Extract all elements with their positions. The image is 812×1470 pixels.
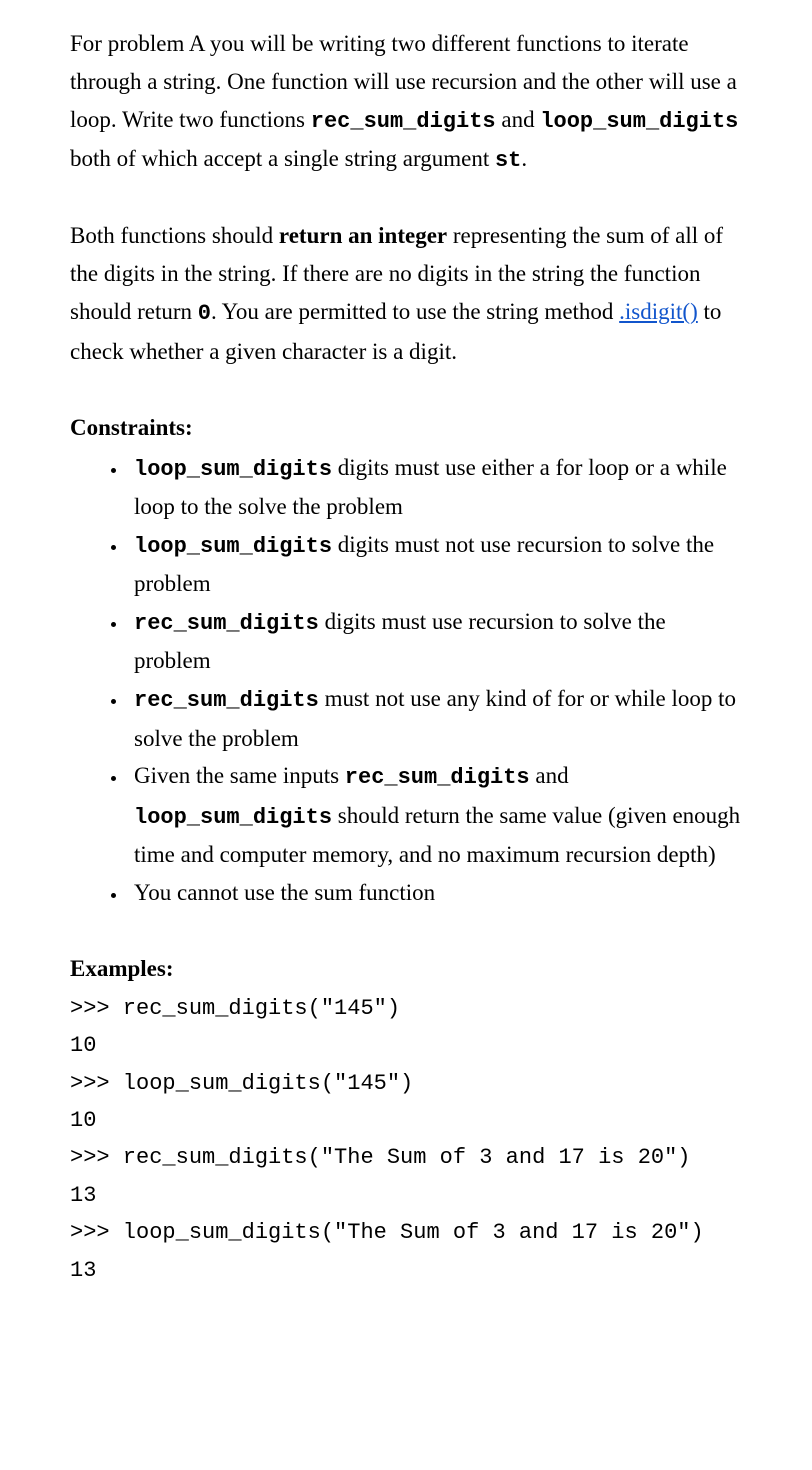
code-rec-sum-digits: rec_sum_digits [311,109,496,134]
constraints-heading: Constraints: [70,409,742,447]
examples-section: Examples: >>> rec_sum_digits("145") 10 >… [70,950,742,1289]
text: . You are permitted to use the string me… [211,299,619,324]
list-item: rec_sum_digits must not use any kind of … [128,680,742,757]
code-rec-sum-digits: rec_sum_digits [134,611,319,636]
code-loop-sum-digits: loop_sum_digits [134,805,332,830]
text: Given the same inputs [134,763,345,788]
code-rec-sum-digits: rec_sum_digits [134,688,319,713]
code-loop-sum-digits: loop_sum_digits [134,457,332,482]
examples-heading: Examples: [70,950,742,988]
constraints-list: loop_sum_digits digits must use either a… [70,449,742,912]
bold-return-integer: return an integer [279,223,447,248]
text: You cannot use the sum function [134,880,435,905]
list-item: rec_sum_digits digits must use recursion… [128,603,742,680]
text: . [521,146,527,171]
link-isdigit[interactable]: .isdigit() [619,299,698,324]
list-item: loop_sum_digits digits must not use recu… [128,526,742,603]
paragraph-description: Both functions should return an integer … [70,217,742,370]
text: Both functions should [70,223,279,248]
code-loop-sum-digits: loop_sum_digits [134,534,332,559]
text: and [496,107,541,132]
text: and [530,763,569,788]
constraints-section: Constraints: loop_sum_digits digits must… [70,409,742,912]
code-loop-sum-digits: loop_sum_digits [540,109,738,134]
paragraph-intro: For problem A you will be writing two di… [70,25,742,179]
list-item: You cannot use the sum function [128,874,742,912]
code-st: st [495,148,521,173]
list-item: Given the same inputs rec_sum_digits and… [128,757,742,874]
list-item: loop_sum_digits digits must use either a… [128,449,742,526]
examples-code-block: >>> rec_sum_digits("145") 10 >>> loop_su… [70,990,742,1289]
code-rec-sum-digits: rec_sum_digits [345,765,530,790]
code-zero: 0 [198,301,211,326]
text: both of which accept a single string arg… [70,146,495,171]
